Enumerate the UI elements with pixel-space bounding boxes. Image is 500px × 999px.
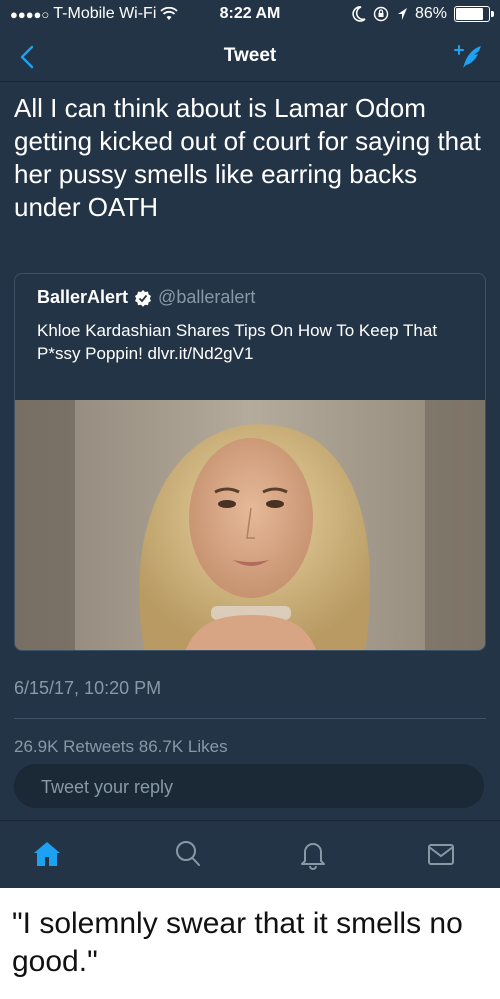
tweet-text: All I can think about is Lamar Odom gett…	[14, 93, 481, 222]
quoted-tweet-header: BallerAlert @balleralert	[37, 287, 255, 308]
portrait-photo	[15, 400, 485, 650]
compose-tweet-icon[interactable]	[452, 40, 486, 74]
notifications-icon[interactable]	[296, 837, 330, 871]
search-icon[interactable]	[171, 837, 205, 871]
quoted-author-name[interactable]: BallerAlert	[37, 287, 128, 308]
quoted-tweet-card[interactable]: BallerAlert @balleralert Khloe Kardashia…	[14, 273, 486, 651]
reply-placeholder: Tweet your reply	[41, 777, 174, 797]
quoted-author-handle[interactable]: @balleralert	[158, 287, 255, 308]
page-title: Tweet	[223, 45, 277, 66]
battery-icon	[454, 6, 494, 22]
do-not-disturb-icon	[352, 6, 366, 22]
reply-input[interactable]: Tweet your reply	[14, 764, 484, 808]
nav-bar: Tweet	[0, 30, 500, 82]
battery-percent: 86%	[414, 5, 447, 22]
tweet-stats[interactable]: 26.9K Retweets 86.7K Likes	[14, 737, 486, 753]
status-bar: ●●●●○ T-Mobile Wi-Fi 8:22 AM 86%	[0, 0, 500, 30]
battery-nub	[491, 11, 494, 17]
quoted-tweet-text: Khloe Kardashian Shares Tips On How To K…	[37, 321, 438, 363]
verified-badge-icon	[135, 289, 152, 307]
location-arrow-icon	[397, 8, 407, 20]
orientation-lock-icon	[373, 6, 389, 22]
status-right: 86%	[352, 5, 494, 23]
tweet-screen: ●●●●○ T-Mobile Wi-Fi 8:22 AM 86% Tweet A…	[0, 0, 500, 888]
divider	[14, 718, 486, 719]
messages-icon[interactable]	[424, 837, 458, 871]
quoted-tweet-photo[interactable]	[15, 400, 485, 650]
home-icon[interactable]	[30, 837, 64, 871]
meme-caption: "I solemnly swear that it smells no good…	[12, 907, 463, 978]
battery-fill	[456, 8, 483, 20]
tab-bar	[0, 820, 500, 888]
tweet-timestamp: 6/15/17, 10:20 PM	[14, 678, 162, 698]
